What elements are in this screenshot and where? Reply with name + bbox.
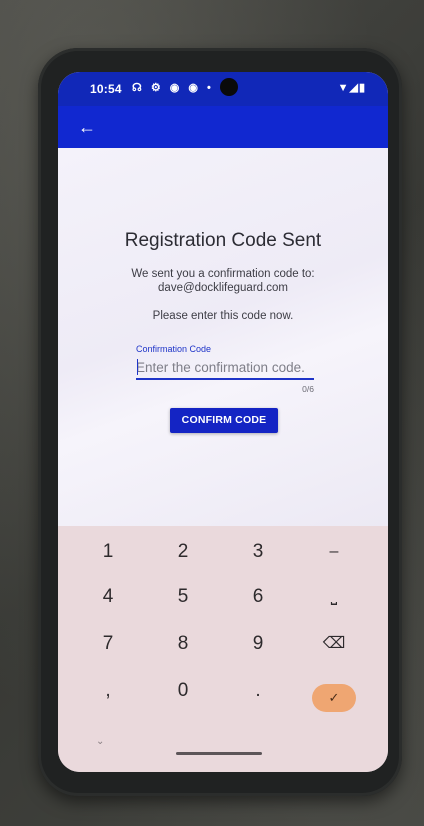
back-arrow-icon[interactable]: ←	[74, 114, 100, 140]
key-2[interactable]: 2	[153, 535, 213, 569]
key-1[interactable]: 1	[78, 535, 138, 569]
notification-icons: ☊ ⚙ ◉ ◉ •	[132, 82, 214, 94]
text-cursor	[137, 359, 138, 375]
main-content: Registration Code Sent We sent you a con…	[58, 148, 388, 526]
checkmark-icon[interactable]: ✓	[312, 684, 356, 712]
character-counter: 0/6	[302, 384, 314, 394]
field-label: Confirmation Code	[136, 344, 212, 354]
collapse-keyboard-icon[interactable]: ⌄	[96, 736, 104, 747]
backspace-icon[interactable]: ⌫	[304, 627, 364, 661]
key-4[interactable]: 4	[78, 580, 138, 614]
key-7[interactable]: 7	[78, 627, 138, 661]
key-minus[interactable]: –	[304, 535, 364, 569]
phone-screen: 10:54 ☊ ⚙ ◉ ◉ • ▼◢▮ ← Registration Code …	[58, 72, 388, 772]
key-period[interactable]: .	[228, 674, 288, 708]
key-9[interactable]: 9	[228, 627, 288, 661]
key-8[interactable]: 8	[153, 627, 213, 661]
front-camera	[220, 78, 238, 96]
key-6[interactable]: 6	[228, 580, 288, 614]
key-3[interactable]: 3	[228, 535, 288, 569]
key-0[interactable]: 0	[153, 674, 213, 708]
key-comma[interactable]: ,	[78, 674, 138, 708]
confirmation-code-field: Confirmation Code 0/6	[136, 342, 314, 402]
signal-battery-icons: ▼◢▮	[337, 82, 366, 94]
numeric-keyboard: 1 2 3 – 4 5 6 ⎵ 7 8 9 ⌫ , 0 . ✓ ⌄	[58, 526, 388, 772]
page-title: Registration Code Sent	[124, 230, 322, 251]
confirm-code-button[interactable]: CONFIRM CODE	[170, 408, 278, 433]
space-icon[interactable]: ⎵	[304, 580, 364, 614]
email-address: dave@docklifeguard.com	[158, 282, 288, 294]
status-bar: 10:54 ☊ ⚙ ◉ ◉ • ▼◢▮	[58, 72, 388, 106]
home-gesture-bar[interactable]	[176, 752, 262, 755]
confirmation-code-input[interactable]	[136, 356, 314, 380]
sent-message-text: We sent you a confirmation code to:	[131, 268, 315, 280]
sent-message: We sent you a confirmation code to: dave…	[58, 267, 388, 295]
instruction-text: Please enter this code now.	[152, 310, 294, 322]
status-time: 10:54	[90, 82, 122, 96]
key-5[interactable]: 5	[153, 580, 213, 614]
app-bar: ←	[58, 106, 388, 148]
